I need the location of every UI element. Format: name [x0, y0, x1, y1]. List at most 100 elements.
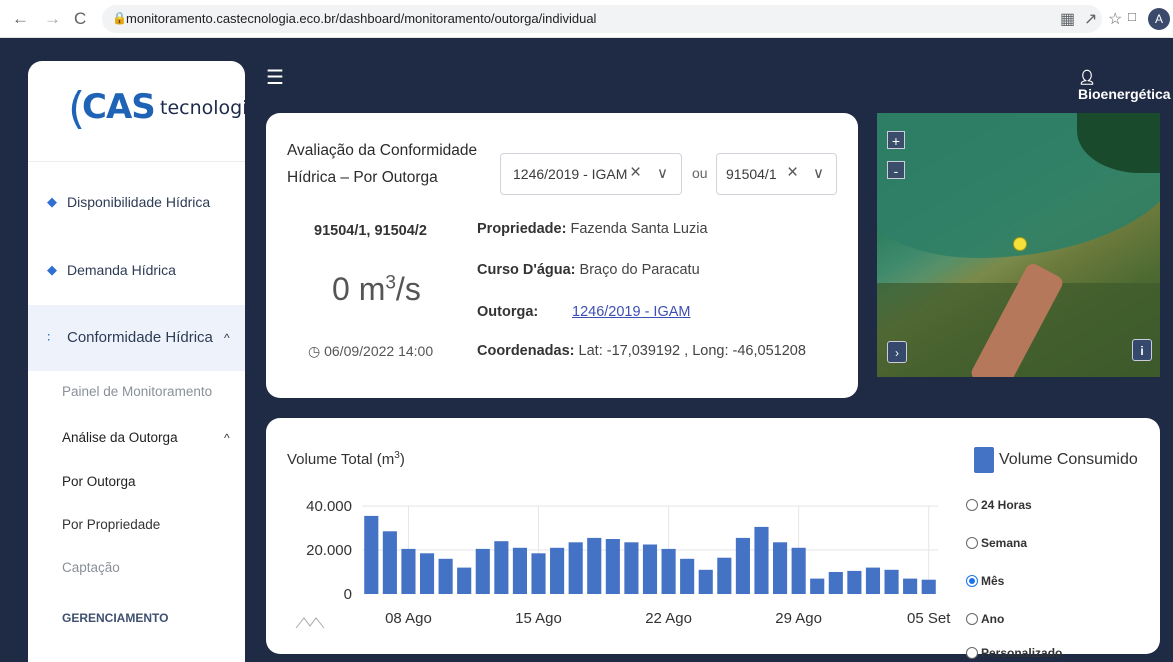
chart-bar	[773, 542, 788, 594]
clock-icon: ◷	[308, 343, 321, 359]
sidebar-item-label: Demanda Hídrica	[67, 262, 176, 278]
chart-bar	[494, 541, 509, 594]
user-menu[interactable]: 👤︎ Bioenergética	[1078, 69, 1173, 102]
flow-value: 0 m3/s	[332, 271, 421, 308]
sidepanel-icon[interactable]: □	[1128, 9, 1136, 24]
reload-icon[interactable]: C	[74, 9, 86, 29]
map-location-marker[interactable]	[1013, 237, 1027, 251]
sidebar-divider	[28, 161, 245, 162]
ponto-select[interactable]: 91504/1 × ∨	[716, 153, 837, 195]
chart-bar	[512, 547, 527, 594]
outorga-select-value: 1246/2019 - IGAM	[513, 166, 628, 182]
satellite-map[interactable]: + - › i	[877, 113, 1160, 377]
chart-bar	[642, 544, 658, 594]
last-update-datetime: 06/09/2022 14:00	[324, 343, 434, 359]
chart-bar	[364, 515, 379, 594]
zoom-out-button[interactable]: -	[887, 161, 905, 179]
user-name: Bioenergética	[1078, 86, 1171, 102]
sidebar-item-label: Disponibilidade Hídrica	[67, 194, 211, 210]
star-icon[interactable]: ☆	[1108, 9, 1122, 29]
chart-bar	[531, 553, 546, 594]
navigator-icon	[295, 617, 325, 629]
zoom-in-button[interactable]: +	[887, 131, 905, 149]
water-drop-icon: ◆	[47, 262, 57, 277]
period-option-semana[interactable]: Semana	[966, 536, 1027, 550]
hamburger-menu-icon[interactable]: ☰	[266, 65, 284, 90]
chart-bar	[419, 553, 435, 594]
map-info-button[interactable]: i	[1132, 339, 1152, 361]
chevron-down-icon[interactable]: ∨	[657, 164, 668, 182]
chart-bar	[903, 578, 918, 594]
clear-icon[interactable]: ×	[787, 162, 798, 184]
chart-bar	[605, 539, 620, 594]
x-tick-label: 29 Ago	[775, 610, 822, 627]
back-arrow-icon[interactable]: ←	[12, 9, 29, 29]
volume-bar-chart: 0 20.000 40.000 08 Ago 15 Ago 22 Ago 29 Ago 05 …	[295, 498, 951, 629]
radio-icon[interactable]	[966, 499, 978, 511]
sidebar-subitem-por-propriedade[interactable]: Por Propriedade	[62, 517, 160, 532]
radio-icon[interactable]	[966, 613, 978, 625]
sidebar: ( CAS tecnologia ◆ Disponibilidade Hídri…	[28, 61, 259, 662]
legend-swatch	[974, 447, 994, 473]
curso-row: Curso D'água: Braço do Paracatu	[477, 262, 700, 278]
period-option-ano[interactable]: Ano	[966, 612, 1004, 626]
chart-bar	[401, 548, 416, 594]
x-tick-label: 05 Set	[907, 610, 951, 627]
sidebar-item-label: Conformidade Hídrica	[67, 329, 213, 346]
forward-arrow-icon[interactable]: →	[44, 9, 61, 29]
chevron-up-icon[interactable]: ^	[224, 431, 230, 445]
chart-bar	[475, 548, 490, 594]
chart-bar	[828, 572, 843, 594]
sidebar-item-conformidade[interactable]: ∶ Conformidade Hídrica ^	[28, 305, 245, 371]
curso-label: Curso D'água:	[477, 262, 576, 278]
sidebar-subitem-captacao[interactable]: Captação	[62, 560, 120, 575]
chart-bar	[884, 569, 899, 594]
url-text: monitoramento.castecnologia.eco.br/dashb…	[126, 11, 597, 26]
chart-bar	[754, 526, 769, 594]
outorga-select[interactable]: 1246/2019 - IGAM × ∨	[500, 153, 682, 195]
period-option-mes[interactable]: Mês	[966, 574, 1004, 588]
lock-icon: 🔒	[112, 11, 127, 25]
chart-bar	[698, 569, 713, 594]
period-option-24h[interactable]: 24 Horas	[966, 498, 1032, 512]
period-label: 24 Horas	[981, 498, 1032, 512]
x-tick-label: 08 Ago	[385, 610, 432, 627]
chart-bar	[921, 579, 936, 594]
water-drop-plus-icon: ◆	[47, 194, 57, 209]
period-label: Semana	[981, 536, 1028, 550]
map-expand-button[interactable]: ›	[887, 341, 907, 363]
radio-icon[interactable]	[966, 537, 978, 549]
outorga-label: Outorga:	[477, 304, 539, 320]
volume-chart-card: Volume Total (m3) 0 20.000 40.000 08 Ago 15 …	[266, 418, 1160, 660]
sidebar-subitem-painel[interactable]: Painel de Monitoramento	[62, 384, 212, 399]
sidebar-subitem-analise[interactable]: Análise da Outorga	[62, 430, 178, 445]
flow-number: 0 m	[332, 271, 386, 307]
ponto-select-value: 91504/1	[726, 166, 777, 182]
chart-bar	[587, 537, 602, 594]
browser-toolbar: ← → C 🔒 monitoramento.castecnologia.eco.…	[0, 0, 1173, 38]
radio-selected-icon[interactable]	[966, 575, 978, 587]
chart-bar	[382, 531, 397, 594]
sidebar-subitem-por-outorga[interactable]: Por Outorga	[62, 474, 136, 489]
period-option-personalizado[interactable]: Personalizado	[966, 646, 1062, 660]
translate-icon[interactable]: ▦	[1060, 9, 1075, 29]
card-title: Avaliação da Conformidade Hídrica – Por …	[287, 142, 478, 186]
period-label: Personalizado	[981, 646, 1063, 660]
profile-avatar[interactable]: A	[1148, 8, 1170, 30]
chart-bar	[438, 558, 453, 594]
legend-label: Volume Consumido	[999, 451, 1138, 468]
x-tick-label: 22 Ago	[645, 610, 692, 627]
coordenadas-row: Coordenadas: Lat: -17,039192 , Long: -46…	[477, 343, 806, 359]
chart-bar	[791, 547, 806, 594]
radio-icon[interactable]	[966, 647, 978, 659]
address-bar[interactable]: 🔒 monitoramento.castecnologia.eco.br/das…	[102, 5, 1102, 33]
share-icon[interactable]: ↗	[1084, 9, 1097, 29]
chart-bar	[717, 557, 732, 594]
chevron-down-icon[interactable]: ∨	[813, 164, 824, 182]
flow-unit: /s	[395, 271, 421, 307]
outorga-link[interactable]: 1246/2019 - IGAM	[572, 304, 691, 320]
outorga-ids: 91504/1, 91504/2	[314, 223, 427, 239]
logo-cas: CAS	[82, 87, 156, 127]
chevron-up-icon[interactable]: ^	[224, 331, 230, 345]
clear-icon[interactable]: ×	[630, 162, 641, 184]
